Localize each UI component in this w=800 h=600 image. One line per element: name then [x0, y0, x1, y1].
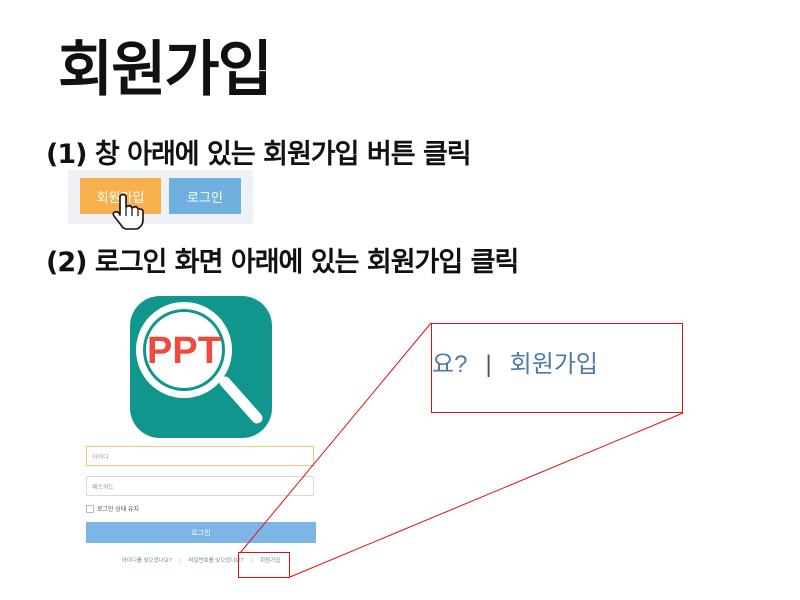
- keep-login-checkbox[interactable]: 로그인 상태 유지: [86, 504, 139, 513]
- hand-cursor-icon: [112, 193, 144, 230]
- step-1-instruction: (1) 창 아래에 있는 회원가입 버튼 클릭: [46, 139, 472, 170]
- keep-login-label: 로그인 상태 유지: [97, 507, 139, 513]
- login-submit-button[interactable]: 로그인: [86, 522, 316, 543]
- button-demo-panel: 회원가입 로그인: [68, 170, 253, 224]
- link-separator: |: [179, 558, 181, 564]
- zoomed-signup-callout: 요? | 회원가입: [431, 323, 683, 413]
- zoom-separator: |: [485, 351, 492, 378]
- app-logo: PPT: [130, 296, 272, 438]
- login-button[interactable]: 로그인: [169, 178, 241, 214]
- ppt-logo-text: PPT: [147, 330, 221, 372]
- step-2-instruction: (2) 로그인 화면 아래에 있는 회원가입 클릭: [46, 247, 519, 278]
- id-input[interactable]: 아이디: [86, 446, 314, 466]
- checkbox-icon[interactable]: [86, 504, 94, 513]
- password-input[interactable]: 패스워드: [86, 476, 314, 496]
- zoom-prefix-text: 요?: [432, 351, 468, 378]
- signup-link-highlight: [238, 552, 290, 578]
- find-password-link[interactable]: 비밀번호를 잊으셨나요?: [188, 558, 243, 564]
- zoom-signup-link[interactable]: 회원가입: [510, 351, 598, 378]
- magnifier-icon: PPT: [136, 302, 263, 424]
- find-id-link[interactable]: 아이디를 잊으셨나요?: [122, 558, 172, 564]
- page-title: 회원가입: [58, 35, 273, 105]
